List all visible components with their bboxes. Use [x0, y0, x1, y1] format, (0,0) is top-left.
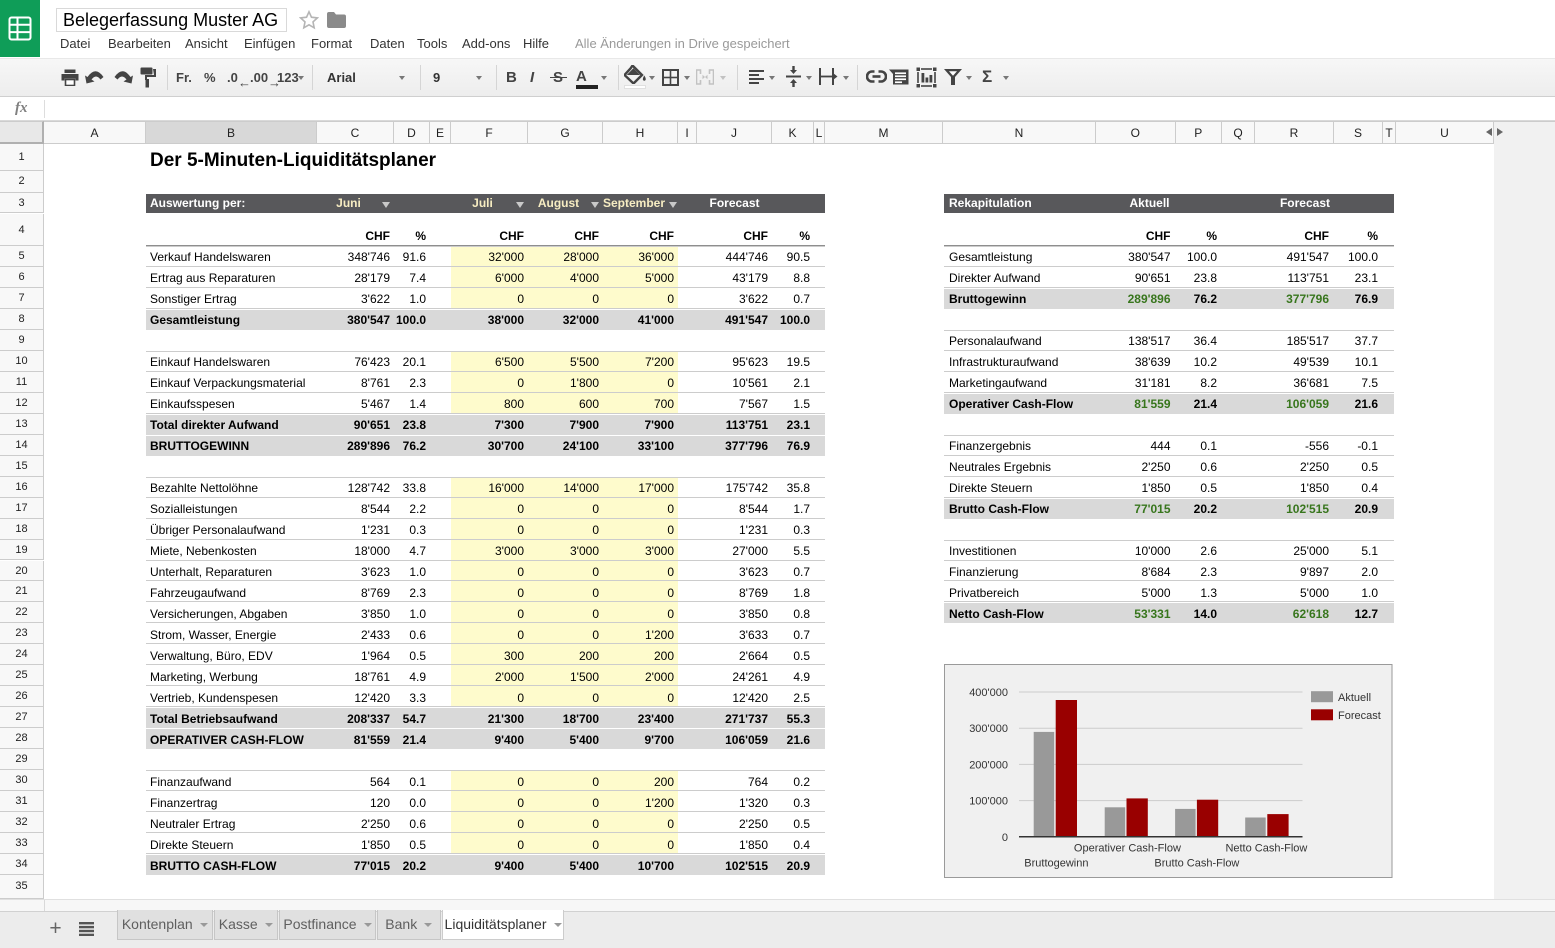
svg-text:Netto Cash-Flow: Netto Cash-Flow — [1225, 842, 1307, 854]
svg-text:0: 0 — [1002, 831, 1008, 843]
svg-text:100'000: 100'000 — [969, 795, 1008, 807]
svg-text:Aktuell: Aktuell — [1338, 692, 1371, 704]
svg-text:Operativer Cash-Flow: Operativer Cash-Flow — [1074, 842, 1181, 854]
svg-text:300'000: 300'000 — [969, 723, 1008, 735]
svg-text:400'000: 400'000 — [969, 687, 1008, 699]
svg-text:Brutto Cash-Flow: Brutto Cash-Flow — [1154, 857, 1239, 869]
svg-text:200'000: 200'000 — [969, 759, 1008, 771]
svg-text:Bruttogewinn: Bruttogewinn — [1024, 857, 1088, 869]
svg-text:Forecast: Forecast — [1338, 710, 1381, 722]
